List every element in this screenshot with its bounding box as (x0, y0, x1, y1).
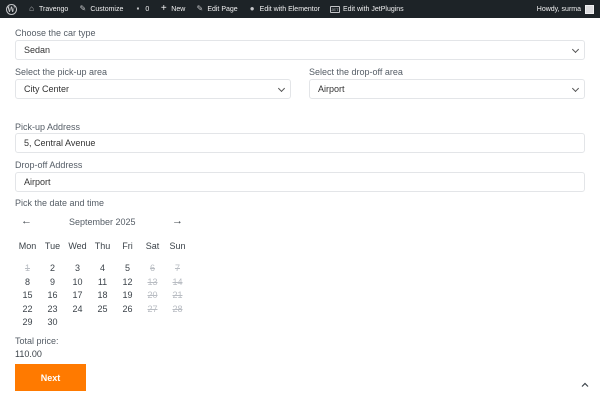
calendar-day-17[interactable]: 17 (65, 290, 90, 304)
calendar-day-6: 6 (149, 263, 155, 273)
calendar-weekday-header: Mon Tue Wed Thu Fri Sat Sun (15, 241, 190, 251)
car-type-label: Choose the car type (15, 28, 96, 38)
calendar-day-23[interactable]: 23 (40, 304, 65, 318)
pickup-area-label: Select the pick-up area (15, 67, 108, 77)
new-label: New (171, 5, 186, 13)
pickup-area-select[interactable]: City Center (15, 79, 291, 99)
dropoff-address-label: Drop-off Address (15, 160, 83, 170)
total-price-label: Total price: (15, 336, 59, 346)
calendar-day-16[interactable]: 16 (40, 290, 65, 304)
weekday-sun: Sun (169, 241, 186, 251)
edit-page-link[interactable]: ✎ Edit Page (190, 0, 242, 18)
next-month-arrow-icon[interactable]: → (172, 216, 183, 227)
next-button[interactable]: Next (15, 364, 86, 391)
calendar-days: 1 2 3 4 5 6 7 8 9 10 11 12 13 14 15 16 17 18 19 20 21 22 23 24 2… (15, 263, 190, 331)
car-type-select[interactable]: Sedan (15, 40, 585, 60)
car-type-value: Sedan (24, 45, 51, 55)
prev-month-arrow-icon[interactable]: ← (21, 216, 32, 227)
pencil-icon: ✎ (196, 4, 204, 13)
pickup-address-value: 5, Central Avenue (24, 138, 96, 148)
site-name-label: Travengo (39, 5, 69, 13)
calendar-day-3[interactable]: 3 (65, 263, 90, 277)
home-icon: ⌂ (29, 4, 34, 13)
calendar-day-7: 7 (174, 263, 180, 273)
customize-link[interactable]: ✎ Customize (73, 0, 128, 18)
weekday-tue: Tue (44, 241, 61, 251)
dropoff-address-value: Airport (24, 177, 51, 187)
weekday-wed: Wed (68, 241, 87, 251)
calendar-day-15[interactable]: 15 (15, 290, 40, 304)
weekday-sat: Sat (145, 241, 160, 251)
chevron-down-icon (277, 84, 286, 93)
calendar-day-30[interactable]: 30 (40, 317, 65, 331)
calendar-day-18[interactable]: 18 (90, 290, 115, 304)
weekday-mon: Mon (18, 241, 37, 251)
calendar-day-25[interactable]: 25 (90, 304, 115, 318)
dropoff-area-value: Airport (318, 84, 345, 94)
calendar-day-8[interactable]: 8 (15, 277, 40, 291)
calendar-day-19[interactable]: 19 (115, 290, 140, 304)
calendar-day-20: 20 (147, 290, 158, 301)
calendar-day-1: 1 (24, 263, 30, 273)
avatar (585, 4, 594, 14)
calendar-day-28: 28 (172, 303, 183, 314)
comments-count: 0 (145, 5, 150, 13)
plus-icon: + (160, 3, 167, 14)
chevron-down-icon (571, 84, 580, 93)
calendar-day-24[interactable]: 24 (65, 304, 90, 318)
pickup-address-input[interactable]: 5, Central Avenue (15, 133, 585, 153)
datetime-label: Pick the date and time (15, 198, 105, 208)
account-menu[interactable]: Howdy, surma (532, 0, 600, 18)
edit-elementor-link[interactable]: ● Edit with Elementor (243, 0, 325, 18)
weekday-fri: Fri (122, 241, 133, 251)
edit-jetplugins-link[interactable]: JET Edit with JetPlugins (325, 0, 409, 18)
calendar-day-9[interactable]: 9 (40, 277, 65, 291)
edit-elementor-label: Edit with Elementor (259, 5, 320, 13)
calendar-month-title: September 2025 (69, 217, 136, 227)
dropoff-area-label: Select the drop-off area (309, 67, 403, 77)
calendar-day-29[interactable]: 29 (15, 317, 40, 331)
customize-label: Customize (90, 5, 124, 13)
calendar-day-4[interactable]: 4 (90, 263, 115, 277)
calendar-day-13: 13 (147, 276, 158, 287)
total-price-value: 110.00 (15, 349, 42, 359)
edit-jetplugins-label: Edit with JetPlugins (342, 5, 404, 13)
paintbrush-icon: ✎ (79, 4, 87, 13)
site-name-menu[interactable]: ⌂ Travengo (22, 0, 73, 18)
wordpress-menu[interactable]: W (0, 0, 22, 18)
calendar-day-22[interactable]: 22 (15, 304, 40, 318)
calendar-day-2[interactable]: 2 (40, 263, 65, 277)
calendar-day-5[interactable]: 5 (115, 263, 140, 277)
calendar-day-14: 14 (172, 276, 183, 287)
elementor-icon: ● (249, 4, 255, 13)
edit-page-label: Edit Page (207, 5, 238, 13)
calendar-day-21: 21 (172, 290, 183, 301)
pickup-area-value: City Center (24, 84, 70, 94)
comment-bubble-icon: ▪ (136, 4, 140, 13)
wordpress-logo-icon: W (5, 3, 17, 15)
scroll-to-top-chevron-icon[interactable] (581, 381, 589, 389)
dropoff-address-input[interactable]: Airport (15, 172, 585, 192)
calendar-day-12[interactable]: 12 (115, 277, 140, 291)
howdy-label: Howdy, surma (536, 5, 581, 13)
chevron-down-icon (571, 45, 580, 54)
pickup-address-label: Pick-up Address (15, 122, 81, 132)
calendar-day-26[interactable]: 26 (115, 304, 140, 318)
jetplugins-icon: JET (329, 5, 340, 13)
dropoff-area-select[interactable]: Airport (309, 79, 585, 99)
comments-link[interactable]: ▪ 0 (128, 0, 154, 18)
weekday-thu: Thu (94, 241, 111, 251)
calendar-day-11[interactable]: 11 (90, 277, 115, 291)
calendar-day-10[interactable]: 10 (65, 277, 90, 291)
new-content-menu[interactable]: + New (154, 0, 190, 18)
calendar-day-27: 27 (147, 303, 158, 314)
admin-bar: W ⌂ Travengo ✎ Customize ▪ 0 + New ✎ Edi… (0, 0, 600, 18)
